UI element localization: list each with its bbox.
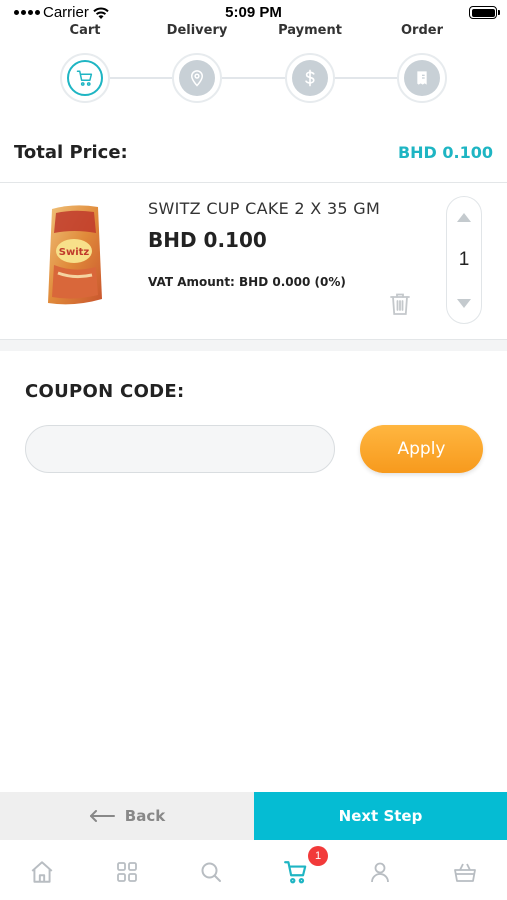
tab-account[interactable] <box>366 858 394 886</box>
battery-icon <box>469 6 500 19</box>
receipt-icon <box>417 71 427 85</box>
triangle-down-icon <box>457 298 471 308</box>
product-price: BHD 0.100 <box>148 228 267 252</box>
step-label-payment: Payment <box>278 23 342 38</box>
location-pin-icon <box>190 70 204 87</box>
dollar-icon <box>305 69 315 87</box>
clock: 5:09 PM <box>225 4 282 21</box>
step-label-cart: Cart <box>69 23 101 38</box>
status-bar: Carrier 5:09 PM <box>0 0 507 24</box>
step-connector <box>110 77 172 79</box>
step-label-order: Order <box>401 23 443 38</box>
tab-home[interactable] <box>28 858 56 886</box>
triangle-up-icon <box>457 212 471 222</box>
step-label-delivery: Delivery <box>166 23 228 38</box>
step-order[interactable] <box>397 53 447 103</box>
checkout-steps-labels: Cart Delivery Payment Order <box>0 23 507 41</box>
tab-categories[interactable] <box>113 858 141 886</box>
divider <box>0 182 507 183</box>
basket-icon <box>454 863 476 882</box>
tab-orders[interactable] <box>451 858 479 886</box>
quantity-decrease-button[interactable] <box>447 291 481 315</box>
quantity-stepper[interactable]: 1 <box>446 196 482 324</box>
step-payment[interactable] <box>285 53 335 103</box>
cart-count-badge: 1 <box>308 846 328 866</box>
checkout-progress <box>0 50 507 106</box>
product-vat: VAT Amount: BHD 0.000 (0%) <box>148 275 346 289</box>
svg-text:Switz: Switz <box>59 247 90 258</box>
total-price-label: Total Price: <box>14 141 128 163</box>
user-icon <box>371 862 389 883</box>
home-icon <box>31 861 53 883</box>
tab-bar: 1 <box>0 840 507 900</box>
grid-icon <box>117 862 137 882</box>
step-connector <box>222 77 285 79</box>
step-delivery[interactable] <box>172 53 222 103</box>
step-cart[interactable] <box>60 53 110 103</box>
total-price-row: Total Price: BHD 0.100 <box>14 140 493 164</box>
arrow-left-icon <box>89 810 115 822</box>
next-step-button[interactable]: Next Step <box>254 792 507 840</box>
back-button[interactable]: Back <box>0 792 254 840</box>
tab-cart[interactable]: 1 <box>282 846 328 886</box>
search-icon <box>201 862 221 882</box>
quantity-increase-button[interactable] <box>447 205 481 229</box>
coupon-code-input[interactable] <box>25 425 335 473</box>
tab-search[interactable] <box>197 858 225 886</box>
apply-coupon-button[interactable]: Apply <box>360 425 483 473</box>
step-connector <box>335 77 397 79</box>
product-image: Switz <box>48 205 102 305</box>
section-separator <box>0 339 507 351</box>
cart-icon <box>76 70 93 86</box>
coupon-code-title: COUPON CODE: <box>25 381 185 402</box>
trash-icon[interactable] <box>389 292 411 316</box>
cart-icon <box>284 861 307 884</box>
total-price-value: BHD 0.100 <box>397 142 493 162</box>
back-button-label: Back <box>124 807 166 825</box>
quantity-value: 1 <box>458 249 470 270</box>
product-name: SWITZ CUP CAKE 2 X 35 GM <box>148 199 381 218</box>
